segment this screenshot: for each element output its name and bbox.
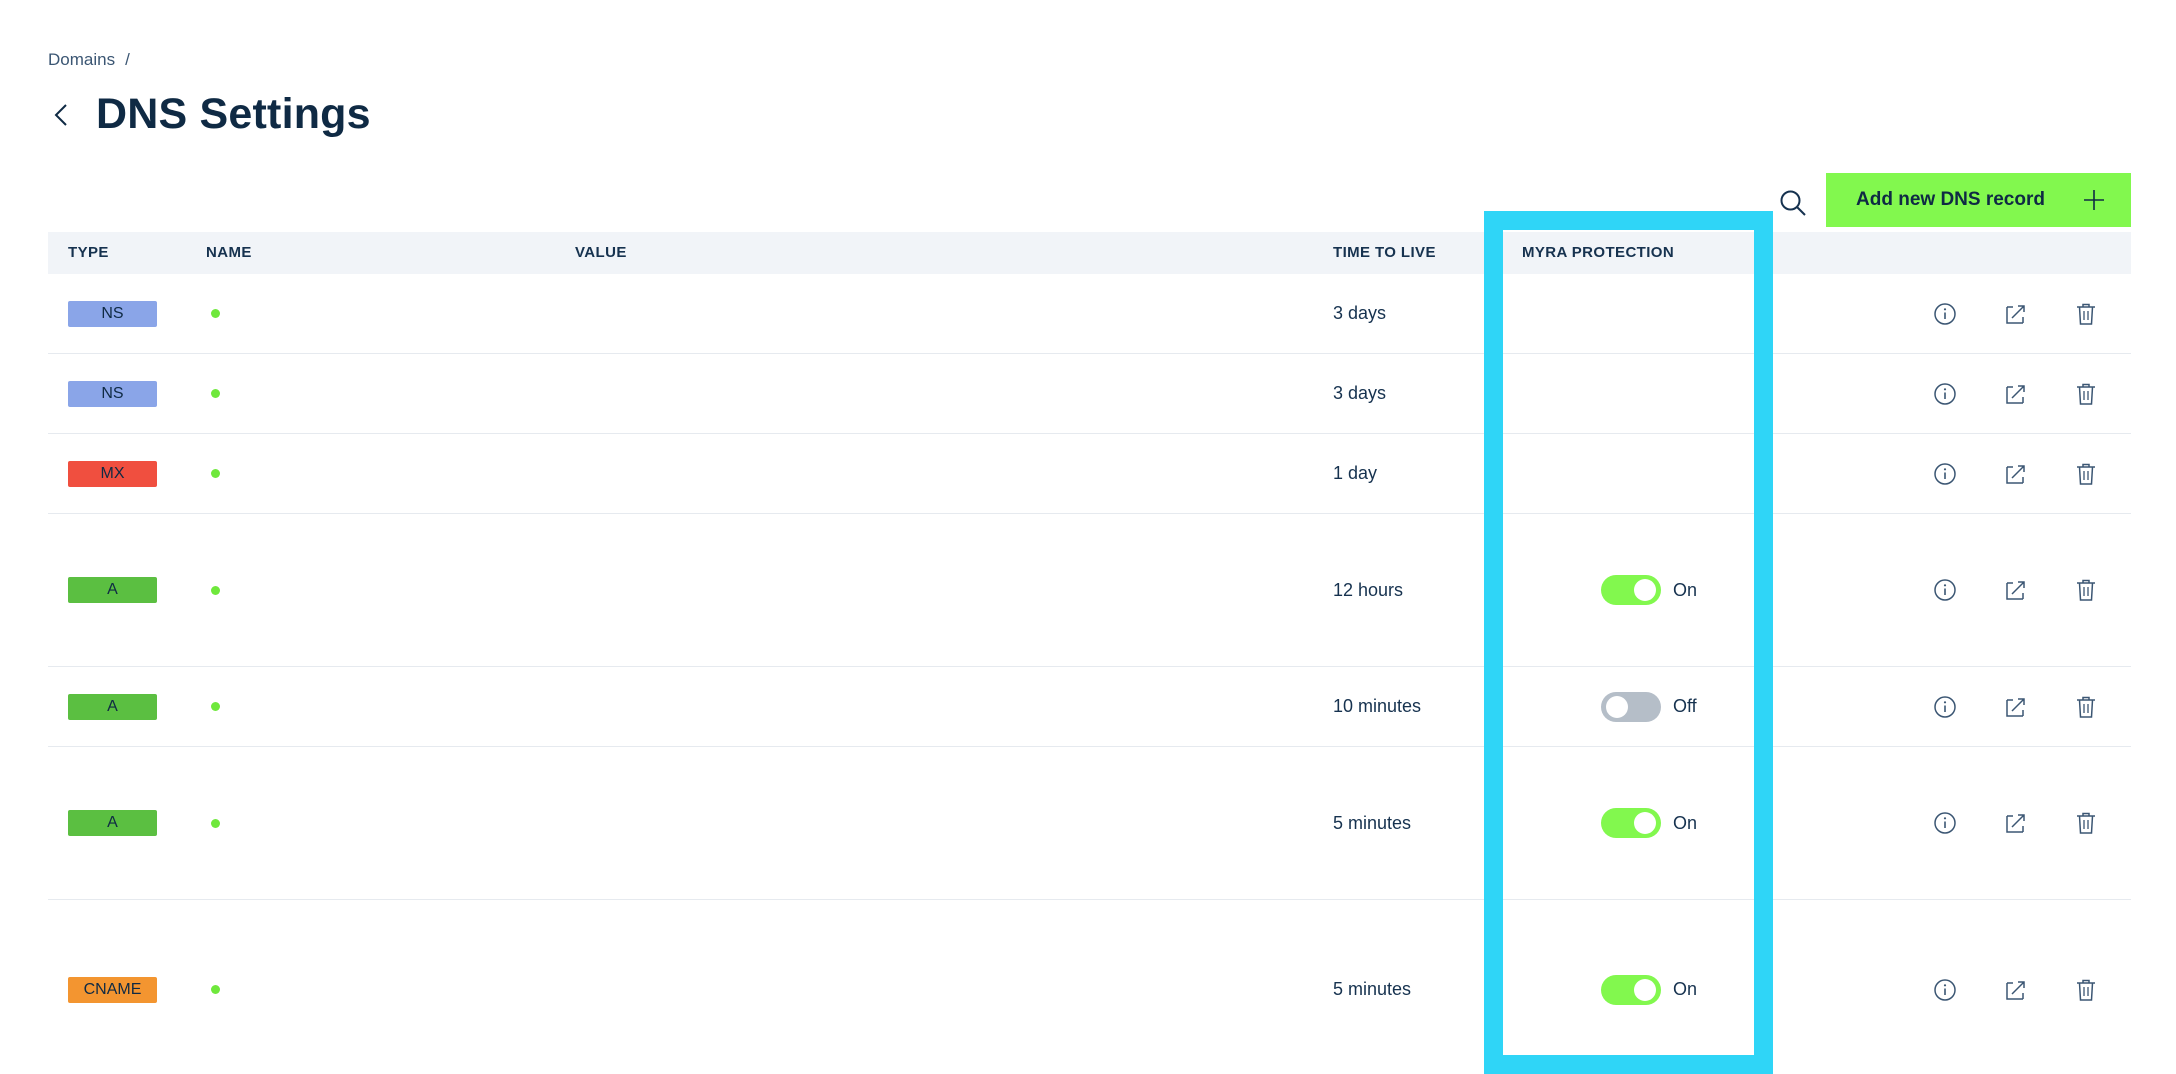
back-button[interactable] [48, 97, 74, 133]
edit-icon [2006, 304, 2025, 324]
info-button[interactable] [1930, 575, 1960, 605]
delete-button[interactable] [2071, 808, 2101, 838]
header-value[interactable]: VALUE [575, 232, 627, 274]
breadcrumb-separator: / [125, 50, 130, 69]
table-row: A 12 hours On [48, 514, 2131, 667]
edit-icon [2006, 980, 2025, 1000]
trash-icon [2077, 463, 2095, 485]
table-body: NS 3 days NS 3 days MX 1 day A 12 hours On A 10 mi… [48, 274, 2131, 1074]
delete-button[interactable] [2071, 379, 2101, 409]
header-name[interactable]: NAME [206, 232, 252, 274]
header-myra-protection[interactable]: MYRA PROTECTION [1522, 232, 1674, 274]
edit-icon [2006, 464, 2025, 484]
breadcrumb: Domains / [48, 50, 130, 70]
trash-icon [2077, 812, 2095, 834]
dns-records-table: TYPE NAME VALUE TIME TO LIVE MYRA PROTEC… [48, 232, 2131, 1074]
info-icon [1934, 978, 1956, 1001]
edit-button[interactable] [2001, 692, 2031, 722]
info-button[interactable] [1930, 808, 1960, 838]
delete-button[interactable] [2071, 692, 2101, 722]
info-icon [1934, 812, 1956, 834]
add-dns-record-button[interactable]: Add new DNS record [1826, 173, 2131, 227]
info-button[interactable] [1930, 692, 1960, 722]
trash-icon [2077, 979, 2095, 1001]
delete-button[interactable] [2071, 459, 2101, 489]
breadcrumb-domains-link[interactable]: Domains [48, 50, 115, 70]
chevron-left-icon [54, 103, 67, 126]
edit-button[interactable] [2001, 575, 2031, 605]
edit-icon [2006, 581, 2025, 600]
edit-icon [2006, 384, 2025, 404]
edit-button[interactable] [2001, 459, 2031, 489]
search-icon [1780, 190, 1806, 216]
info-button[interactable] [1930, 379, 1960, 409]
header-type[interactable]: TYPE [68, 232, 109, 274]
table-row: A5 minutes On [48, 747, 2131, 900]
edit-button[interactable] [2001, 299, 2031, 329]
title-row: DNS Settings [48, 90, 371, 139]
info-icon [1934, 382, 1956, 405]
trash-icon [2077, 579, 2095, 601]
info-button[interactable] [1930, 975, 1960, 1005]
table-row: A 10 minutes Off [48, 667, 2131, 747]
search-button[interactable] [1776, 186, 1810, 220]
table-row: NS 3 days [48, 354, 2131, 434]
edit-icon [2006, 697, 2025, 717]
edit-button[interactable] [2001, 808, 2031, 838]
header-time-to-live[interactable]: TIME TO LIVE [1333, 232, 1436, 274]
info-icon [1934, 302, 1956, 325]
delete-button[interactable] [2071, 299, 2101, 329]
table-row: MX 1 day [48, 434, 2131, 514]
table-row: CNAME 5 minutes On [48, 900, 2131, 1074]
plus-icon [2084, 190, 2104, 210]
add-dns-record-label: Add new DNS record [1856, 189, 2045, 210]
trash-icon [2077, 696, 2095, 718]
info-icon [1934, 579, 1956, 601]
page-title: DNS Settings [96, 90, 371, 138]
table-row: NS 3 days [48, 274, 2131, 354]
table-header: TYPE NAME VALUE TIME TO LIVE MYRA PROTEC… [48, 232, 2131, 274]
info-button[interactable] [1930, 299, 1960, 329]
edit-button[interactable] [2001, 975, 2031, 1005]
info-button[interactable] [1930, 459, 1960, 489]
info-icon [1934, 462, 1956, 485]
info-icon [1934, 695, 1956, 718]
trash-icon [2077, 303, 2095, 325]
trash-icon [2077, 383, 2095, 405]
edit-button[interactable] [2001, 379, 2031, 409]
delete-button[interactable] [2071, 975, 2101, 1005]
edit-icon [2006, 814, 2025, 833]
delete-button[interactable] [2071, 575, 2101, 605]
